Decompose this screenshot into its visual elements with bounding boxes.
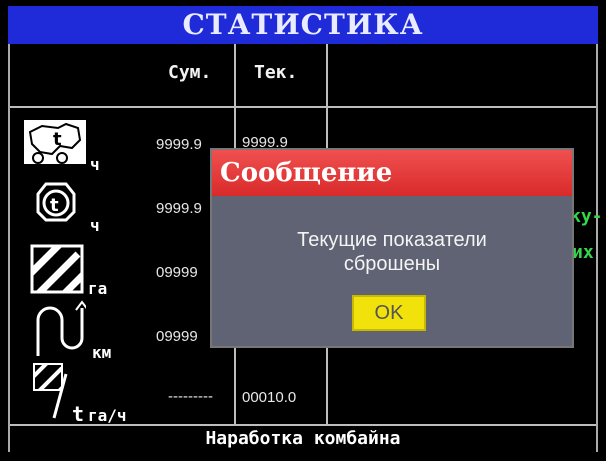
side-text-line2: их [572,242,594,263]
column-header-sum: Сум. [168,62,212,83]
message-dialog: Сообщение Текущие показатели сброшены OK [212,150,572,346]
unit-label: ч [90,216,100,235]
side-text-line1: ку- [570,206,603,227]
sum-value: --------- [168,388,213,405]
screen-title: СТАТИСТИКА [8,6,598,44]
svg-text:t: t [50,195,59,216]
ok-button[interactable]: OK [352,295,426,331]
sum-value: 09999 [156,264,198,281]
statistics-screen: СТАТИСТИКА Сум. Тек. t ч 9999.9 9999.9 t… [0,0,606,461]
unit-label: ч [90,155,100,174]
unit-label: га [88,279,108,298]
productivity-icon [33,363,68,419]
distance-icon [36,300,86,356]
dialog-title: Сообщение [212,150,572,196]
tractor-hours-icon: t [24,120,86,164]
dialog-message: Текущие показатели сброшены [212,228,572,276]
unit-label: км [92,343,112,362]
dialog-message-line1: Текущие показатели [297,229,487,251]
productivity-prefix: t [72,402,85,426]
current-value: 00010.0 [242,389,297,406]
header-divider [10,106,596,108]
sum-value: 9999.9 [156,136,202,153]
sum-value: 9999.9 [156,200,202,217]
svg-text:t: t [53,129,62,150]
unit-label: га/ч [88,406,127,425]
current-value: 9999.9 [242,134,288,151]
engine-hours-icon: t [36,182,76,222]
footer-label: Наработка комбайна [205,428,401,449]
dialog-message-line2: сброшены [343,253,441,275]
area-icon [30,244,84,294]
column-header-current: Тек. [254,62,298,83]
sum-value: 09999 [156,328,198,345]
